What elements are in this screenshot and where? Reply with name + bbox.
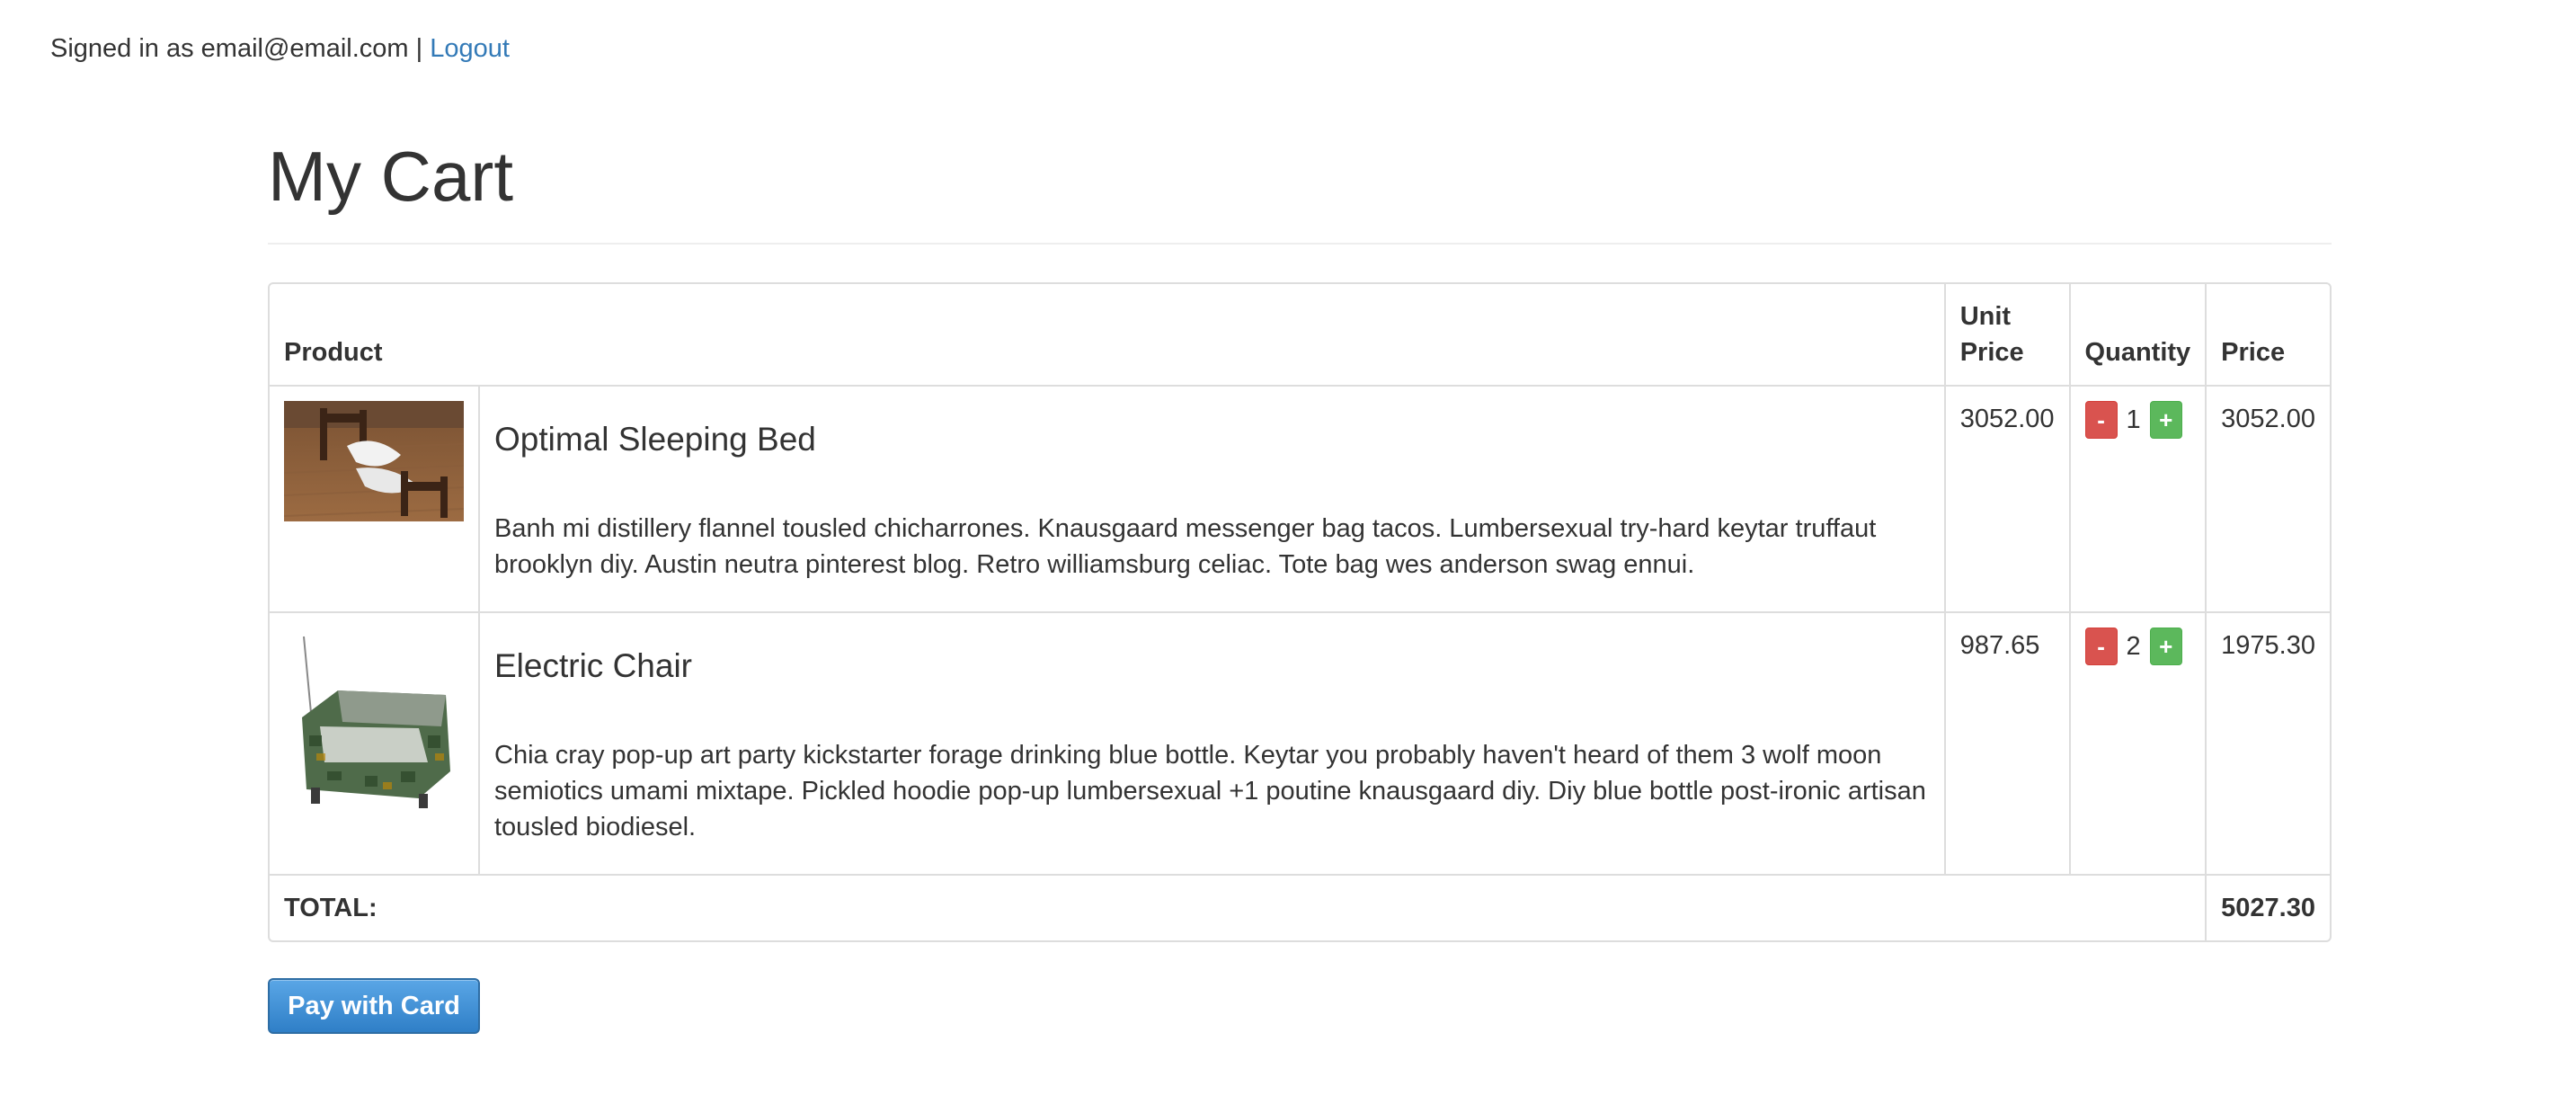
product-info-cell: Optimal Sleeping Bed Banh mi distillery … bbox=[480, 387, 1946, 613]
unit-price-cell: 987.65 bbox=[1945, 613, 2071, 876]
total-row: TOTAL: 5027.30 bbox=[270, 876, 2330, 940]
title-divider bbox=[268, 243, 2332, 245]
table-row: Optimal Sleeping Bed Banh mi distillery … bbox=[270, 387, 2330, 613]
product-image-cell bbox=[270, 387, 480, 613]
product-description: Chia cray pop-up art party kickstarter f… bbox=[494, 741, 1926, 841]
column-header-quantity: Quantity bbox=[2070, 284, 2207, 387]
increase-quantity-button[interactable]: + bbox=[2149, 401, 2182, 439]
increase-quantity-button[interactable]: + bbox=[2149, 628, 2182, 665]
bed-product-image bbox=[284, 401, 464, 521]
line-price-cell: 1975.30 bbox=[2207, 613, 2330, 876]
decrease-quantity-button[interactable]: - bbox=[2084, 401, 2118, 439]
product-image-cell bbox=[270, 613, 480, 876]
quantity-stepper: - 2 + bbox=[2084, 628, 2191, 665]
product-description: Banh mi distillery flannel tousled chich… bbox=[494, 514, 1877, 579]
product-info-cell: Electric Chair Chia cray pop-up art part… bbox=[480, 613, 1946, 876]
decrease-quantity-button[interactable]: - bbox=[2084, 628, 2118, 665]
chair-product-image bbox=[284, 628, 464, 816]
signed-in-bar: Signed in as email@email.com | Logout bbox=[50, 31, 510, 67]
line-price-cell: 3052.00 bbox=[2207, 387, 2330, 613]
cart-table: Product Unit Price Quantity Price Optima… bbox=[268, 282, 2332, 942]
unit-price-cell: 3052.00 bbox=[1945, 387, 2071, 613]
total-label: TOTAL: bbox=[270, 876, 2207, 940]
total-value: 5027.30 bbox=[2221, 894, 2315, 922]
quantity-stepper: - 1 + bbox=[2084, 401, 2191, 439]
table-header-row: Product Unit Price Quantity Price bbox=[270, 284, 2330, 387]
product-name: Electric Chair bbox=[494, 647, 692, 684]
table-row: Electric Chair Chia cray pop-up art part… bbox=[270, 613, 2330, 876]
column-header-price: Price bbox=[2207, 284, 2330, 387]
product-name: Optimal Sleeping Bed bbox=[494, 421, 816, 458]
logout-link[interactable]: Logout bbox=[430, 34, 510, 63]
page-title: My Cart bbox=[268, 137, 513, 216]
unit-price-header-line2: Price bbox=[1959, 338, 2024, 367]
quantity-value: 2 bbox=[2126, 632, 2141, 661]
signed-in-text: Signed in as email@email.com | bbox=[50, 34, 423, 63]
pay-with-card-button[interactable]: Pay with Card bbox=[268, 978, 480, 1034]
quantity-value: 1 bbox=[2126, 405, 2141, 434]
quantity-cell: - 1 + bbox=[2070, 387, 2207, 613]
column-header-product: Product bbox=[270, 284, 1946, 387]
quantity-cell: - 2 + bbox=[2070, 613, 2207, 876]
column-header-unit-price: Unit Price bbox=[1945, 284, 2071, 387]
unit-price-header-line1: Unit bbox=[1959, 302, 2012, 331]
